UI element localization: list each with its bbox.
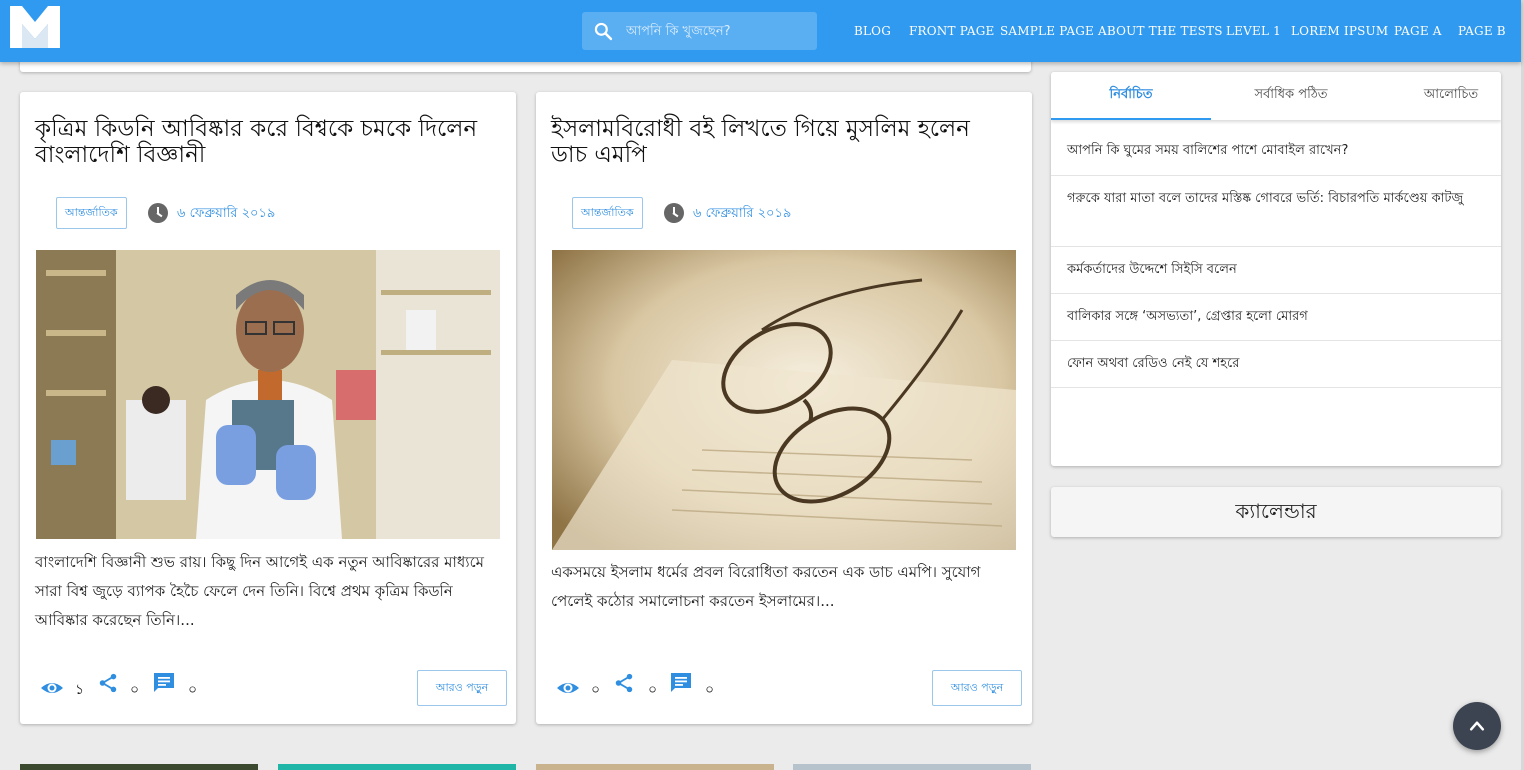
read-more-button[interactable]: আরও পড়ুন: [932, 670, 1022, 706]
post-card: কৃত্রিম কিডনি আবিষ্কার করে বিশ্বকে চমকে …: [20, 92, 516, 724]
share-icon[interactable]: [97, 672, 119, 694]
top-app-bar: BLOG FRONT PAGE SAMPLE PAGE ABOUT THE TE…: [0, 0, 1521, 62]
nav-link-page-b[interactable]: PAGE B: [1458, 0, 1506, 62]
list-item[interactable]: বালিকার সঙ্গে ‘অসভ্যতা’, গ্রেপ্তার হলো ম…: [1051, 294, 1501, 341]
next-row-thumbnail[interactable]: [278, 764, 516, 770]
comment-count: ০: [705, 682, 715, 698]
tab-selected[interactable]: নির্বাচিত: [1051, 72, 1211, 120]
comment-icon[interactable]: [669, 671, 693, 695]
share-count: ০: [130, 682, 140, 698]
read-more-button[interactable]: আরও পড়ুন: [417, 670, 507, 706]
post-title[interactable]: কৃত্রিম কিডনি আবিষ্কার করে বিশ্বকে চমকে …: [35, 116, 497, 168]
post-thumbnail[interactable]: [36, 250, 500, 539]
search-icon[interactable]: [593, 21, 613, 41]
nav-link-blog[interactable]: BLOG: [854, 0, 891, 62]
eye-icon: [41, 683, 63, 693]
share-icon[interactable]: [613, 672, 635, 694]
eye-icon: [557, 683, 579, 693]
post-excerpt: বাংলাদেশি বিজ্ঞানী শুভ রায়। কিছু দিন আগ…: [35, 553, 484, 629]
nav-link-lorem-ipsum[interactable]: LOREM IPSUM: [1291, 0, 1388, 62]
comment-count: ০: [188, 682, 198, 698]
nav-link-about-the-tests[interactable]: ABOUT THE TESTS: [1098, 0, 1223, 62]
nav-link-front-page[interactable]: FRONT PAGE: [909, 0, 995, 62]
next-row-thumbnail[interactable]: [793, 764, 1031, 770]
logo-icon[interactable]: [10, 6, 60, 48]
post-excerpt: একসময়ে ইসলাম ধর্মের প্রবল বিরোধিতা করতে…: [551, 563, 981, 610]
tab-most-read[interactable]: সর্বাধিক পঠিত: [1211, 72, 1371, 120]
nav-link-page-a[interactable]: PAGE A: [1394, 0, 1442, 62]
comment-icon[interactable]: [152, 671, 176, 695]
view-count: ১: [75, 682, 85, 698]
list-item[interactable]: আপনি কি ঘুমের সময় বালিশের পাশে মোবাইল র…: [1051, 129, 1501, 176]
tab-discussed[interactable]: আলোচিত: [1391, 72, 1501, 120]
back-to-top-button[interactable]: [1453, 702, 1501, 750]
sidebar-tabs-widget: নির্বাচিত সর্বাধিক পঠিত আলোচিত আপনি কি ঘ…: [1051, 72, 1501, 466]
tab-bar: নির্বাচিত সর্বাধিক পঠিত আলোচিত: [1051, 72, 1501, 120]
calendar-widget: ক্যালেন্ডার: [1051, 487, 1501, 537]
search-box[interactable]: [582, 12, 817, 50]
nav-link-sample-page[interactable]: SAMPLE PAGE: [1000, 0, 1094, 62]
article-list: আপনি কি ঘুমের সময় বালিশের পাশে মোবাইল র…: [1051, 129, 1501, 388]
category-tag[interactable]: আন্তর্জাতিক: [572, 197, 643, 229]
next-row-thumbnail[interactable]: [20, 764, 258, 770]
list-item[interactable]: ফোন অথবা রেডিও নেই যে শহরে: [1051, 341, 1501, 388]
clock-icon: [148, 203, 168, 223]
view-count: ০: [591, 682, 601, 698]
nav-link-level-1[interactable]: LEVEL 1: [1226, 0, 1281, 62]
list-item[interactable]: কর্মকর্তাদের উদ্দেশে সিইসি বলেন: [1051, 247, 1501, 294]
list-item[interactable]: গরুকে যারা মাতা বলে তাদের মস্তিষ্ক গোবরে…: [1051, 176, 1501, 247]
calendar-title: ক্যালেন্ডার: [1235, 499, 1317, 523]
next-row-thumbnail[interactable]: [536, 764, 774, 770]
category-tag[interactable]: আন্তর্জাতিক: [56, 197, 127, 229]
chevron-up-icon: [1469, 721, 1485, 731]
search-input[interactable]: [626, 12, 811, 50]
post-thumbnail[interactable]: [552, 250, 1016, 550]
share-count: ০: [648, 682, 658, 698]
post-title[interactable]: ইসলামবিরোধী বই লিখতে গিয়ে মুসলিম হলেন ড…: [551, 116, 1013, 168]
active-tab-indicator: [1051, 118, 1211, 120]
clock-icon: [664, 203, 684, 223]
post-date: ৬ ফেব্রুয়ারি ২০১৯: [177, 206, 276, 221]
post-card: ইসলামবিরোধী বই লিখতে গিয়ে মুসলিম হলেন ড…: [536, 92, 1032, 724]
post-date: ৬ ফেব্রুয়ারি ২০১৯: [693, 206, 792, 221]
